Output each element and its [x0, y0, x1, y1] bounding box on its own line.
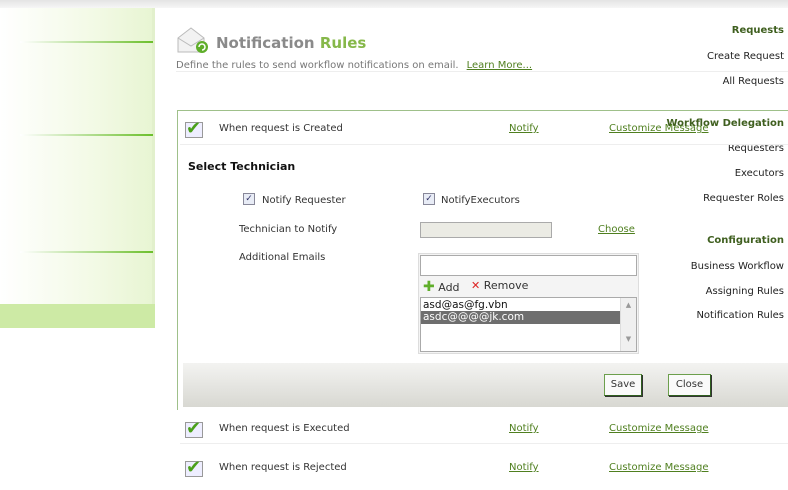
- choose-link[interactable]: Choose: [598, 224, 635, 235]
- additional-emails-label: Additional Emails: [239, 252, 326, 263]
- rule-label: When request is Executed: [219, 423, 350, 434]
- sidebar-item-create-request[interactable]: Create Request: [707, 51, 784, 62]
- rule-label: When request is Rejected: [219, 462, 347, 473]
- sidebar-header-requests: Requests: [731, 25, 784, 36]
- x-icon: ✕: [471, 279, 481, 292]
- rule-label: When request is Created: [219, 123, 343, 134]
- title-part: Notification: [216, 34, 315, 52]
- page-subtitle: Define the rules to send workflow notifi…: [176, 60, 532, 71]
- divider: [176, 71, 788, 72]
- email-input[interactable]: [420, 255, 637, 276]
- checkmark-icon: ✔: [186, 457, 202, 478]
- plus-icon: ✚: [423, 279, 435, 295]
- section-title: Select Technician: [188, 160, 296, 173]
- remove-email-button[interactable]: ✕ Remove: [471, 279, 528, 292]
- rule-checkbox-created[interactable]: ✔: [185, 120, 203, 138]
- notify-link[interactable]: Notify: [509, 423, 539, 434]
- emails-listbox[interactable]: asd@as@fg.vbn asdc@@@@jk.com ▲ ▼: [420, 297, 637, 352]
- customize-message-link[interactable]: Customize Message: [609, 423, 709, 434]
- divider: [20, 41, 153, 43]
- checkmark-icon: ✔: [186, 418, 202, 439]
- remove-label: Remove: [483, 279, 529, 292]
- sidebar-item-all-requests[interactable]: All Requests: [723, 76, 784, 87]
- checkmark-icon: ✔: [186, 118, 202, 139]
- email-option[interactable]: asd@as@fg.vbn: [421, 298, 636, 311]
- rule-checkbox-executed[interactable]: ✔: [185, 420, 203, 438]
- notify-link[interactable]: Notify: [509, 123, 539, 134]
- technician-input[interactable]: [420, 222, 552, 238]
- rule-checkbox-rejected[interactable]: ✔: [185, 459, 203, 477]
- save-button[interactable]: Save: [604, 374, 642, 396]
- subtitle-text: Define the rules to send workflow notifi…: [176, 60, 459, 71]
- customize-message-link[interactable]: Customize Message: [609, 123, 709, 134]
- learn-more-link[interactable]: Learn More...: [467, 60, 532, 71]
- customize-message-link[interactable]: Customize Message: [609, 462, 709, 473]
- add-label: Add: [438, 281, 460, 294]
- notify-executors-checkbox[interactable]: ✓: [423, 193, 435, 205]
- envelope-icon: [176, 26, 210, 54]
- page-title: Notification Rules: [216, 34, 366, 52]
- notify-requester-label: Notify Requester: [262, 195, 346, 206]
- divider: [20, 251, 153, 253]
- notify-requester-checkbox[interactable]: ✓: [243, 193, 255, 205]
- top-bar: [0, 0, 788, 8]
- title-accent: Rules: [319, 34, 367, 52]
- notify-executors-label: NotifyExecutors: [441, 195, 520, 206]
- technician-label: Technician to Notify: [239, 224, 338, 235]
- scroll-up-icon: ▲: [625, 301, 632, 309]
- sidebar: [0, 8, 155, 328]
- divider: [180, 144, 788, 145]
- add-email-button[interactable]: ✚ Add: [423, 279, 460, 295]
- email-option-selected[interactable]: asdc@@@@jk.com: [421, 311, 620, 324]
- scroll-down-icon: ▼: [625, 335, 632, 343]
- divider: [20, 134, 153, 136]
- notify-link[interactable]: Notify: [509, 462, 539, 473]
- close-button[interactable]: Close: [668, 374, 711, 396]
- listbox-scrollbar[interactable]: ▲ ▼: [620, 298, 636, 351]
- sidebar-selected-highlight: [0, 304, 155, 328]
- divider: [180, 443, 788, 444]
